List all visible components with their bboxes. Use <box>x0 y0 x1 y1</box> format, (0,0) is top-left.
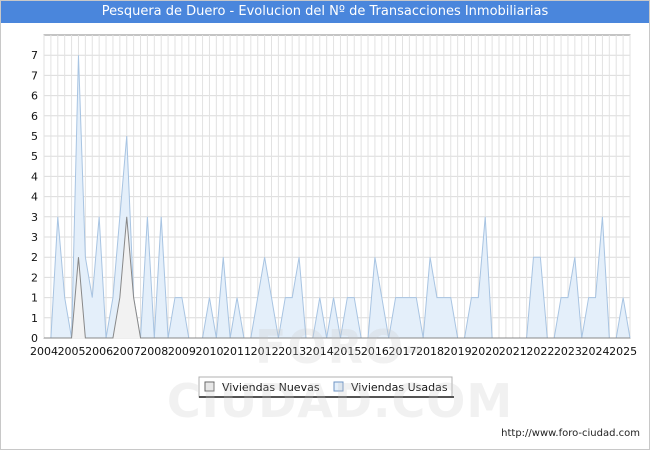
x-tick-label: 2023 <box>554 345 582 358</box>
footer-url: http://www.foro-ciudad.com <box>501 428 640 439</box>
y-tick-label: 4 <box>31 191 38 204</box>
y-tick-label: 3 <box>31 231 38 244</box>
y-tick-label: 4 <box>31 170 38 183</box>
y-tick-label: 1 <box>31 312 38 325</box>
y-tick-label: 3 <box>31 211 38 224</box>
x-tick-label: 2007 <box>113 345 141 358</box>
y-tick-label: 7 <box>31 49 38 62</box>
y-tick-label: 5 <box>31 150 38 163</box>
y-tick-label: 2 <box>31 251 38 264</box>
x-tick-label: 2005 <box>58 345 86 358</box>
x-tick-label: 2004 <box>30 345 58 358</box>
y-tick-label: 6 <box>31 110 38 123</box>
x-tick-label: 2006 <box>85 345 113 358</box>
y-tick-label: 6 <box>31 90 38 103</box>
y-axis-ticks: 0 1 1 2 2 3 3 4 4 5 5 6 6 7 7 <box>31 49 38 345</box>
watermark-logo: FORO-CIUDAD.COM <box>166 320 514 428</box>
x-tick-label: 2024 <box>582 345 610 358</box>
y-tick-label: 7 <box>31 69 38 82</box>
y-tick-label: 5 <box>31 130 38 143</box>
y-tick-label: 0 <box>31 332 38 345</box>
y-tick-label: 1 <box>31 292 38 305</box>
y-tick-label: 2 <box>31 271 38 284</box>
x-tick-label: 2025 <box>609 345 637 358</box>
